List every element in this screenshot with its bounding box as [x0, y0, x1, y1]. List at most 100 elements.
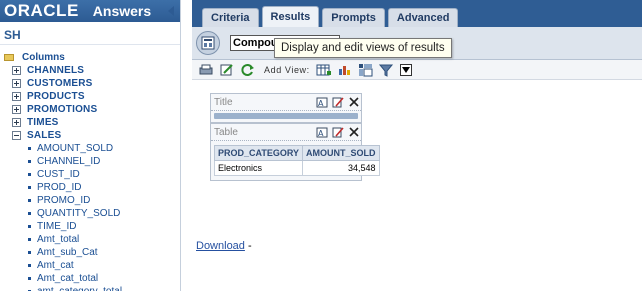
format-view-icon[interactable]: A [315, 126, 329, 139]
results-toolbar: Add View: [192, 60, 642, 80]
expand-icon[interactable] [12, 118, 21, 127]
tree-column-item[interactable]: Amt_cat_total [28, 272, 180, 285]
download-link[interactable]: Download [196, 240, 245, 252]
tree-column-item[interactable]: Amt_cat [28, 259, 180, 272]
tab-results[interactable]: Results [261, 6, 320, 27]
bullet-icon [28, 186, 31, 189]
tree-column-item[interactable]: QUANTITY_SOLD [28, 207, 180, 220]
tab-advanced[interactable]: Advanced [387, 8, 459, 27]
title-view-label: Title [214, 96, 233, 108]
svg-text:A: A [318, 99, 324, 108]
remove-view-icon[interactable] [347, 96, 361, 109]
column-label[interactable]: Amt_cat [37, 260, 74, 271]
tree-folder-sales[interactable]: SALES [12, 129, 180, 142]
tab-prompts[interactable]: Prompts [322, 8, 385, 27]
tree-folder-channels[interactable]: CHANNELS [12, 64, 180, 77]
expand-icon[interactable] [12, 92, 21, 101]
table-row: Electronics 34,548 [213, 160, 380, 176]
refresh-icon[interactable] [240, 62, 256, 78]
edit-view-icon[interactable] [331, 126, 345, 139]
title-view-header: Title A [211, 94, 361, 111]
tree-column-item[interactable]: TIME_ID [28, 220, 180, 233]
format-view-icon[interactable]: A [315, 96, 329, 109]
table-cell: 34,548 [302, 160, 380, 176]
column-label[interactable]: CUST_ID [37, 169, 80, 180]
table-view-panel: Table A PROD_CATEGORY AMOUNT_SOLD Electr… [210, 123, 380, 181]
download-separator: - [244, 240, 252, 252]
column-header-prod-category[interactable]: PROD_CATEGORY [213, 145, 304, 161]
column-label[interactable]: PROMO_ID [37, 195, 90, 206]
folder-label[interactable]: PROMOTIONS [27, 104, 97, 115]
add-filter-view-icon[interactable] [378, 62, 395, 78]
tree-folder-promotions[interactable]: PROMOTIONS [12, 103, 180, 116]
tree-root-label: Columns [22, 52, 65, 63]
subject-area-title: SH [0, 25, 180, 45]
answers-window: ORACLE Answers SH Columns CHANNELS CUSTO… [0, 0, 642, 291]
svg-text:A: A [318, 129, 324, 138]
column-label[interactable]: TIME_ID [37, 221, 76, 232]
bullet-icon [28, 238, 31, 241]
title-view-bar [214, 113, 358, 119]
collapse-pane-icon[interactable] [166, 5, 176, 17]
column-label[interactable]: AMOUNT_SOLD [37, 143, 113, 154]
remove-view-icon[interactable] [347, 126, 361, 139]
download-area: Download - [196, 240, 252, 252]
column-tree: Columns CHANNELS CUSTOMERS PRODUCTS PROM… [0, 45, 180, 291]
expand-icon[interactable] [12, 66, 21, 75]
folder-label[interactable]: SALES [27, 130, 61, 141]
tree-root-columns[interactable]: Columns [4, 51, 180, 64]
tree-column-item[interactable]: CUST_ID [28, 168, 180, 181]
folder-label[interactable]: CHANNELS [27, 65, 84, 76]
tree-column-item[interactable]: Amt_sub_Cat [28, 246, 180, 259]
expand-icon[interactable] [12, 105, 21, 114]
add-pivot-view-icon[interactable] [358, 62, 374, 78]
brand-header: ORACLE Answers [0, 0, 180, 22]
bullet-icon [28, 173, 31, 176]
column-label[interactable]: Amt_cat_total [37, 273, 98, 284]
tree-column-item[interactable]: CHANNEL_ID [28, 155, 180, 168]
column-label[interactable]: PROD_ID [37, 182, 81, 193]
folder-label[interactable]: TIMES [27, 117, 59, 128]
tooltip: Display and edit views of results [274, 38, 452, 58]
tree-column-item[interactable]: amt_category_total [28, 285, 180, 291]
add-table-view-icon[interactable] [316, 62, 332, 78]
folder-label[interactable]: CUSTOMERS [27, 78, 93, 89]
tree-column-item[interactable]: PROMO_ID [28, 194, 180, 207]
tree-folder-products[interactable]: PRODUCTS [12, 90, 180, 103]
tree-folder-customers[interactable]: CUSTOMERS [12, 77, 180, 90]
print-icon[interactable] [198, 62, 214, 78]
collapse-icon[interactable] [12, 131, 21, 140]
column-label[interactable]: Amt_sub_Cat [37, 247, 98, 258]
product-title: Answers [92, 3, 152, 19]
more-views-dropdown[interactable] [399, 63, 412, 76]
results-table: PROD_CATEGORY AMOUNT_SOLD Electronics 34… [213, 145, 380, 176]
title-view-panel: Title A [210, 93, 362, 123]
compound-layout-canvas: Title A Table A PROD_CATEGORY AMOUNT_SOL… [192, 80, 642, 270]
table-cell: Electronics [213, 160, 304, 176]
bullet-icon [28, 147, 31, 150]
table-header-row: PROD_CATEGORY AMOUNT_SOLD [213, 145, 380, 161]
tree-column-item[interactable]: Amt_total [28, 233, 180, 246]
tree-column-item[interactable]: PROD_ID [28, 181, 180, 194]
expand-icon[interactable] [12, 79, 21, 88]
edit-view-icon[interactable] [331, 96, 345, 109]
table-view-body: PROD_CATEGORY AMOUNT_SOLD Electronics 34… [211, 141, 380, 180]
tab-bar: Criteria Results Prompts Advanced [192, 0, 642, 27]
column-label[interactable]: amt_category_total [37, 286, 122, 291]
column-label[interactable]: QUANTITY_SOLD [37, 208, 120, 219]
bullet-icon [28, 225, 31, 228]
folder-label[interactable]: PRODUCTS [27, 91, 85, 102]
bullet-icon [28, 212, 31, 215]
add-chart-view-icon[interactable] [337, 62, 353, 78]
tree-folder-times[interactable]: TIMES [12, 116, 180, 129]
folder-icon [4, 54, 14, 61]
views-menu-icon[interactable] [196, 31, 220, 55]
column-label[interactable]: CHANNEL_ID [37, 156, 100, 167]
column-header-amount-sold[interactable]: AMOUNT_SOLD [302, 145, 380, 161]
tree-column-item[interactable]: AMOUNT_SOLD [28, 142, 180, 155]
bullet-icon [28, 277, 31, 280]
tab-criteria[interactable]: Criteria [202, 8, 259, 27]
edit-view-icon[interactable] [219, 62, 235, 78]
bullet-icon [28, 251, 31, 254]
column-label[interactable]: Amt_total [37, 234, 79, 245]
